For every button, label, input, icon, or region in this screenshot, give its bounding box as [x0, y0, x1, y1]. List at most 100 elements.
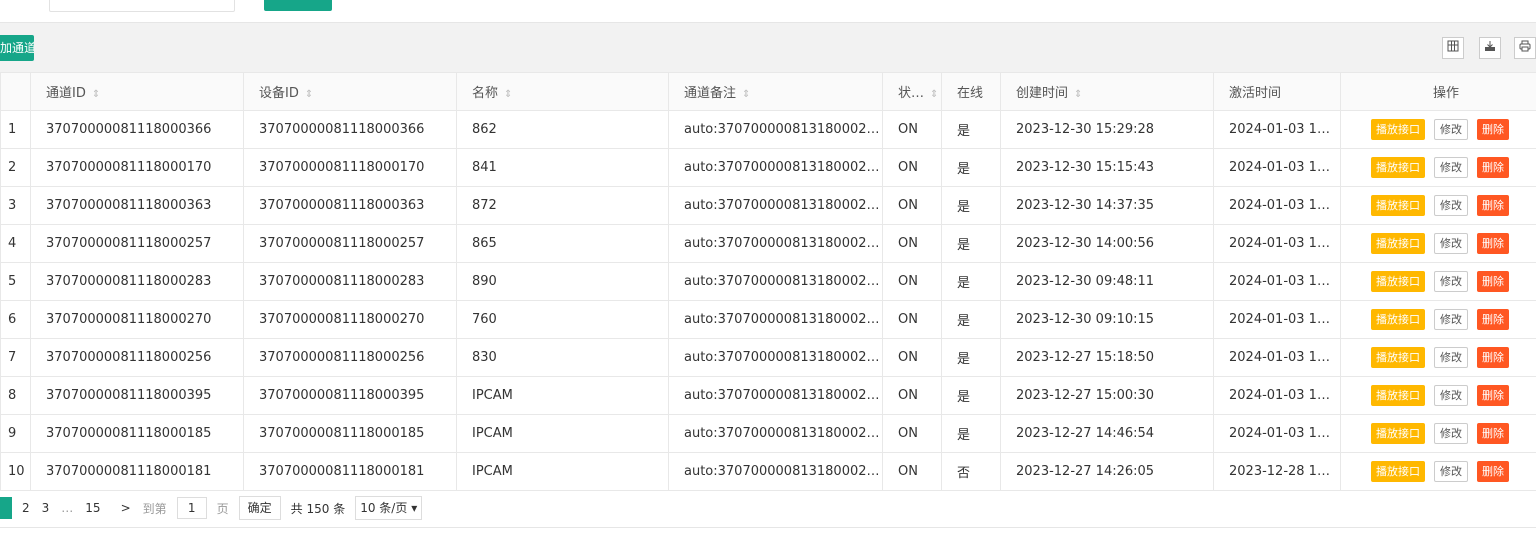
- table-cell: ON: [882, 110, 942, 149]
- edit-button[interactable]: 修改: [1434, 233, 1468, 254]
- column-header[interactable]: 通道备注 ⇕: [668, 72, 883, 111]
- table-cell: 2023-12-30 09:10:15: [1000, 300, 1214, 339]
- chevron-down-icon: ▾: [411, 501, 418, 515]
- search-input[interactable]: [49, 0, 235, 12]
- table-cell: 2024-01-03 1…: [1213, 338, 1341, 377]
- table-cell: 是: [941, 110, 1001, 149]
- play-button[interactable]: 播放接口: [1371, 347, 1425, 368]
- column-header-label: 名称: [472, 86, 499, 101]
- play-button[interactable]: 播放接口: [1371, 271, 1425, 292]
- sort-icon[interactable]: ⇕: [930, 89, 938, 100]
- table-cell: 37070000081118000366: [30, 110, 244, 149]
- table-cell: 7: [0, 338, 31, 377]
- table-cell: ON: [882, 376, 942, 415]
- play-button[interactable]: 播放接口: [1371, 157, 1425, 178]
- delete-button[interactable]: 删除: [1477, 119, 1509, 140]
- table-cell: 37070000081118000257: [30, 224, 244, 263]
- table-cell: ON: [882, 262, 942, 301]
- table-row: 3 37070000081118000363 3707000008111800036…: [0, 186, 1536, 225]
- search-button[interactable]: [264, 0, 332, 11]
- table-cell: 是: [941, 148, 1001, 187]
- table-cell: 是: [941, 262, 1001, 301]
- page-current[interactable]: [0, 497, 12, 519]
- play-button[interactable]: 播放接口: [1371, 385, 1425, 406]
- column-header[interactable]: 创建时间 ⇕: [1000, 72, 1214, 111]
- delete-button[interactable]: 删除: [1477, 385, 1509, 406]
- delete-button[interactable]: 删除: [1477, 423, 1509, 444]
- delete-button[interactable]: 删除: [1477, 309, 1509, 330]
- table-cell: ON: [882, 148, 942, 187]
- sort-icon[interactable]: ⇕: [504, 89, 512, 100]
- edit-button[interactable]: 修改: [1434, 119, 1468, 140]
- add-channel-button[interactable]: 加通道: [0, 35, 34, 61]
- table-cell: 37070000081118000283: [243, 262, 457, 301]
- page-link[interactable]: 15: [85, 501, 100, 515]
- column-header[interactable]: 通道ID ⇕: [30, 72, 244, 111]
- goto-page-input[interactable]: 1: [176, 497, 207, 519]
- page-link[interactable]: 2: [22, 501, 30, 515]
- page-size-select[interactable]: 10 条/页 ▾: [355, 496, 423, 520]
- goto-confirm-button[interactable]: 确定: [238, 496, 281, 520]
- edit-button[interactable]: 修改: [1434, 309, 1468, 330]
- column-header-label: 操作: [1432, 86, 1459, 101]
- table-cell: ON: [882, 414, 942, 453]
- sort-icon[interactable]: ⇕: [1074, 89, 1082, 100]
- table-cell: 4: [0, 224, 31, 263]
- column-header-label: 在线: [957, 86, 984, 101]
- table-cell: 872: [456, 186, 669, 225]
- table-cell: 2023-12-30 14:37:35: [1000, 186, 1214, 225]
- edit-button[interactable]: 修改: [1434, 423, 1468, 444]
- table-cell: 2024-01-03 1…: [1213, 224, 1341, 263]
- table-cell: 37070000081118000395: [30, 376, 244, 415]
- edit-button[interactable]: 修改: [1434, 347, 1468, 368]
- sort-icon[interactable]: ⇕: [305, 89, 313, 100]
- play-button[interactable]: 播放接口: [1371, 195, 1425, 216]
- table-cell: 是: [941, 224, 1001, 263]
- table-header-row: 通道ID ⇕ 设备ID ⇕ 名称 ⇕ 通道备注 ⇕ 状… ⇕ 在线 创建时间 ⇕ 激活时间 操作: [0, 72, 1536, 111]
- table-cell: 37070000081118000185: [243, 414, 457, 453]
- table-cell: auto:37070000081318000242: [668, 110, 883, 149]
- edit-button[interactable]: 修改: [1434, 385, 1468, 406]
- delete-button[interactable]: 删除: [1477, 271, 1509, 292]
- play-button[interactable]: 播放接口: [1371, 233, 1425, 254]
- columns-icon[interactable]: [1442, 37, 1464, 59]
- channel-table: 通道ID ⇕ 设备ID ⇕ 名称 ⇕ 通道备注 ⇕ 状… ⇕ 在线 创建时间 ⇕ 激活时间 操作 1 3707…: [0, 72, 1536, 491]
- column-header: 在线: [941, 72, 1001, 111]
- table-cell: auto:37070000081318000240: [668, 186, 883, 225]
- column-header[interactable]: 设备ID ⇕: [243, 72, 457, 111]
- page-link[interactable]: 3: [42, 501, 50, 515]
- delete-button[interactable]: 删除: [1477, 195, 1509, 216]
- delete-button[interactable]: 删除: [1477, 461, 1509, 482]
- table-cell: 6: [0, 300, 31, 339]
- row-actions: 播放接口 修改 删除: [1340, 186, 1536, 225]
- column-header[interactable]: 名称 ⇕: [456, 72, 669, 111]
- delete-button[interactable]: 删除: [1477, 233, 1509, 254]
- play-button[interactable]: 播放接口: [1371, 119, 1425, 140]
- delete-button[interactable]: 删除: [1477, 347, 1509, 368]
- table-cell: 37070000081118000170: [30, 148, 244, 187]
- table-cell: 37070000081118000181: [30, 452, 244, 491]
- print-icon[interactable]: [1514, 37, 1536, 59]
- table-cell: ON: [882, 300, 942, 339]
- edit-button[interactable]: 修改: [1434, 157, 1468, 178]
- table-cell: IPCAM: [456, 376, 669, 415]
- next-page-icon[interactable]: >: [121, 501, 131, 515]
- sort-icon[interactable]: ⇕: [92, 89, 100, 100]
- table-cell: ON: [882, 186, 942, 225]
- row-actions: 播放接口 修改 删除: [1340, 452, 1536, 491]
- play-button[interactable]: 播放接口: [1371, 309, 1425, 330]
- table-cell: auto:37070000081318000234: [668, 414, 883, 453]
- table-cell: auto:37070000081318000241: [668, 148, 883, 187]
- edit-button[interactable]: 修改: [1434, 195, 1468, 216]
- column-header[interactable]: 状… ⇕: [882, 72, 942, 111]
- play-button[interactable]: 播放接口: [1371, 423, 1425, 444]
- edit-button[interactable]: 修改: [1434, 271, 1468, 292]
- export-icon[interactable]: [1479, 37, 1501, 59]
- column-header-label: 通道备注: [684, 86, 737, 101]
- sort-icon[interactable]: ⇕: [742, 89, 750, 100]
- table-cell: 37070000081118000395: [243, 376, 457, 415]
- edit-button[interactable]: 修改: [1434, 461, 1468, 482]
- play-button[interactable]: 播放接口: [1371, 461, 1425, 482]
- delete-button[interactable]: 删除: [1477, 157, 1509, 178]
- column-header: 操作: [1340, 72, 1536, 111]
